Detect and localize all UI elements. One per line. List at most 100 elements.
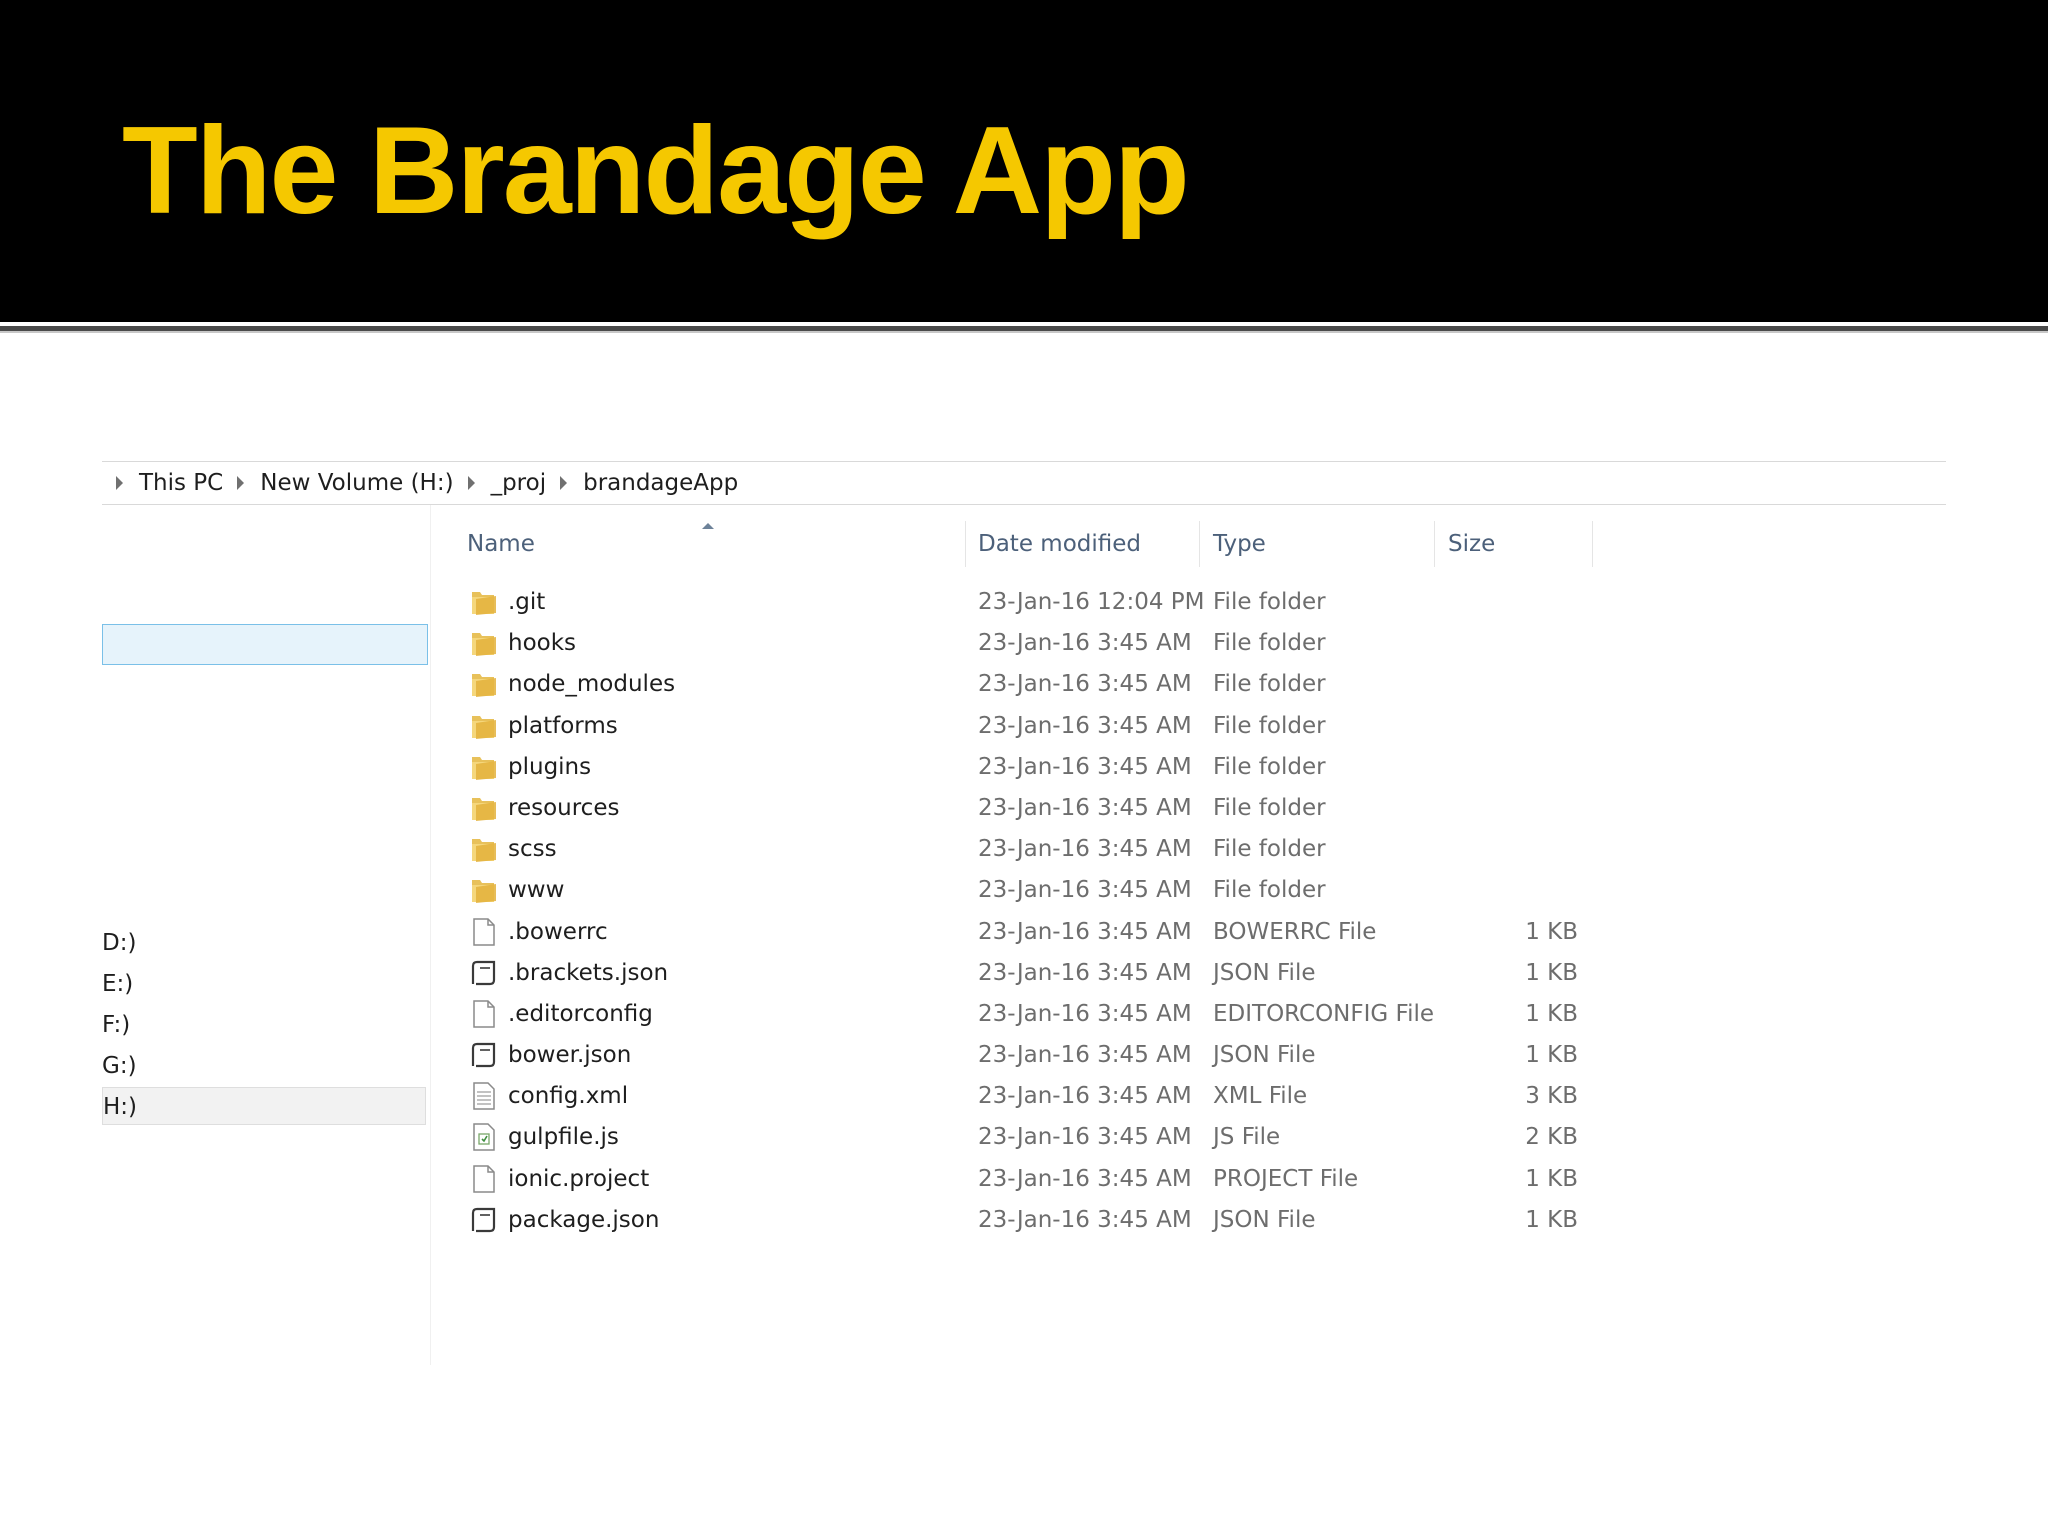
file-name[interactable]: node_modules (508, 671, 675, 697)
file-type: File folder (1213, 589, 1326, 615)
column-divider[interactable] (965, 521, 966, 567)
file-row[interactable]: bower.json 23-Jan-16 3:45 AM JSON File 1 KB (460, 1034, 1600, 1075)
breadcrumb-brandageapp[interactable]: brandageApp (583, 470, 738, 496)
file-date-modified: 23-Jan-16 12:04 PM (978, 589, 1205, 615)
file-name[interactable]: .brackets.json (508, 960, 668, 986)
file-row[interactable]: platforms 23-Jan-16 3:45 AM File folder (460, 705, 1600, 746)
file-explorer: This PC New Volume (H:) _proj brandageAp… (0, 333, 2048, 1536)
chevron-right-icon[interactable] (116, 476, 123, 490)
nav-drive-d[interactable]: D:) (102, 930, 136, 956)
nav-drive-g[interactable]: G:) (102, 1053, 137, 1079)
file-size: 1 KB (1525, 1165, 1578, 1192)
nav-drive-e[interactable]: E:) (102, 971, 133, 997)
file-type: XML File (1213, 1083, 1308, 1110)
file-row[interactable]: hooks 23-Jan-16 3:45 AM File folder (460, 622, 1600, 663)
file-size: 1 KB (1525, 1000, 1578, 1027)
file-date-modified: 23-Jan-16 3:45 AM (978, 712, 1192, 739)
file-name[interactable]: resources (508, 795, 619, 821)
column-header-type[interactable]: Type (1213, 531, 1266, 557)
file-row[interactable]: package.json 23-Jan-16 3:45 AM JSON File 1 … (460, 1199, 1600, 1240)
file-name[interactable]: platforms (508, 713, 618, 739)
nav-drive-f[interactable]: F:) (102, 1012, 130, 1038)
file-name[interactable]: bower.json (508, 1042, 631, 1068)
file-size: 3 KB (1525, 1083, 1578, 1110)
file-row[interactable]: scss 23-Jan-16 3:45 AM File folder (460, 828, 1600, 869)
json-file-icon (470, 1040, 498, 1070)
blank-file-icon (470, 917, 498, 947)
column-header-name[interactable]: Name (467, 531, 535, 557)
file-name[interactable]: package.json (508, 1207, 659, 1233)
file-type: EDITORCONFIG File (1213, 1000, 1435, 1027)
file-type: JS File (1213, 1124, 1281, 1151)
chevron-right-icon[interactable] (237, 476, 245, 490)
folder-icon (470, 587, 498, 617)
file-name[interactable]: plugins (508, 754, 591, 780)
nav-selected-item[interactable] (102, 624, 428, 665)
file-size: 2 KB (1525, 1124, 1578, 1151)
breadcrumb-new-volume[interactable]: New Volume (H:) (260, 470, 453, 496)
breadcrumb-this-pc[interactable]: This PC (139, 470, 223, 496)
file-date-modified: 23-Jan-16 3:45 AM (978, 1042, 1192, 1069)
file-type: JSON File (1213, 959, 1316, 986)
chevron-right-icon[interactable] (560, 476, 568, 490)
file-size: 1 KB (1525, 1042, 1578, 1069)
file-name[interactable]: .editorconfig (508, 1001, 653, 1027)
column-header-size[interactable]: Size (1448, 531, 1495, 557)
file-type: File folder (1213, 877, 1326, 904)
column-divider[interactable] (1592, 521, 1593, 567)
column-header-date[interactable]: Date modified (978, 531, 1141, 557)
file-date-modified: 23-Jan-16 3:45 AM (978, 1083, 1192, 1110)
navigation-pane: D:) E:) F:) G:) H:) (102, 505, 432, 1205)
blank-file-icon (470, 1164, 498, 1194)
file-row[interactable]: .git 23-Jan-16 12:04 PM File folder (460, 581, 1600, 622)
file-size: 1 KB (1525, 1206, 1578, 1233)
file-row[interactable]: .brackets.json 23-Jan-16 3:45 AM JSON File… (460, 952, 1600, 993)
file-row[interactable]: .bowerrc 23-Jan-16 3:45 AM BOWERRC File 1 K… (460, 911, 1600, 952)
file-name[interactable]: scss (508, 836, 557, 862)
file-date-modified: 23-Jan-16 3:45 AM (978, 753, 1192, 780)
file-name[interactable]: config.xml (508, 1083, 628, 1109)
pane-divider[interactable] (430, 505, 431, 1365)
script-file-icon (470, 1122, 498, 1152)
file-name[interactable]: hooks (508, 630, 576, 656)
file-date-modified: 23-Jan-16 3:45 AM (978, 877, 1192, 904)
column-divider[interactable] (1199, 521, 1200, 567)
blank-file-icon (470, 999, 498, 1029)
file-name[interactable]: www (508, 877, 564, 903)
file-type: PROJECT File (1213, 1165, 1359, 1192)
file-row[interactable]: ionic.project 23-Jan-16 3:45 AM PROJECT Fi… (460, 1158, 1600, 1199)
file-row[interactable]: gulpfile.js 23-Jan-16 3:45 AM JS File 2 KB (460, 1116, 1600, 1157)
file-name[interactable]: .bowerrc (508, 919, 608, 945)
file-date-modified: 23-Jan-16 3:45 AM (978, 1000, 1192, 1027)
file-row[interactable]: config.xml 23-Jan-16 3:45 AM XML File 3 KB (460, 1075, 1600, 1116)
file-type: File folder (1213, 712, 1326, 739)
file-date-modified: 23-Jan-16 3:45 AM (978, 1124, 1192, 1151)
file-type: File folder (1213, 794, 1326, 821)
column-divider[interactable] (1434, 521, 1435, 567)
file-row[interactable]: plugins 23-Jan-16 3:45 AM File folder (460, 746, 1600, 787)
chevron-right-icon[interactable] (467, 476, 475, 490)
folder-icon (470, 669, 498, 699)
breadcrumb-proj[interactable]: _proj (491, 470, 547, 496)
text-file-icon (470, 1081, 498, 1111)
file-type: File folder (1213, 753, 1326, 780)
file-list: .git 23-Jan-16 12:04 PM File folder hooks 23… (460, 581, 1600, 1240)
folder-icon (470, 628, 498, 658)
file-type: File folder (1213, 671, 1326, 698)
file-date-modified: 23-Jan-16 3:45 AM (978, 918, 1192, 945)
file-name[interactable]: gulpfile.js (508, 1124, 619, 1150)
file-name[interactable]: .git (508, 589, 545, 615)
file-row[interactable]: www 23-Jan-16 3:45 AM File folder (460, 869, 1600, 910)
file-date-modified: 23-Jan-16 3:45 AM (978, 794, 1192, 821)
folder-icon (470, 875, 498, 905)
file-type: JSON File (1213, 1042, 1316, 1069)
file-row[interactable]: .editorconfig 23-Jan-16 3:45 AM EDITORCONF… (460, 993, 1600, 1034)
file-row[interactable]: node_modules 23-Jan-16 3:45 AM File folder (460, 663, 1600, 704)
file-row[interactable]: resources 23-Jan-16 3:45 AM File folder (460, 787, 1600, 828)
folder-icon (470, 711, 498, 741)
json-file-icon (470, 958, 498, 988)
file-name[interactable]: ionic.project (508, 1166, 649, 1192)
nav-drive-h[interactable]: H:) (102, 1087, 426, 1125)
file-size: 1 KB (1525, 959, 1578, 986)
breadcrumb[interactable]: This PC New Volume (H:) _proj brandageAp… (102, 461, 1946, 505)
